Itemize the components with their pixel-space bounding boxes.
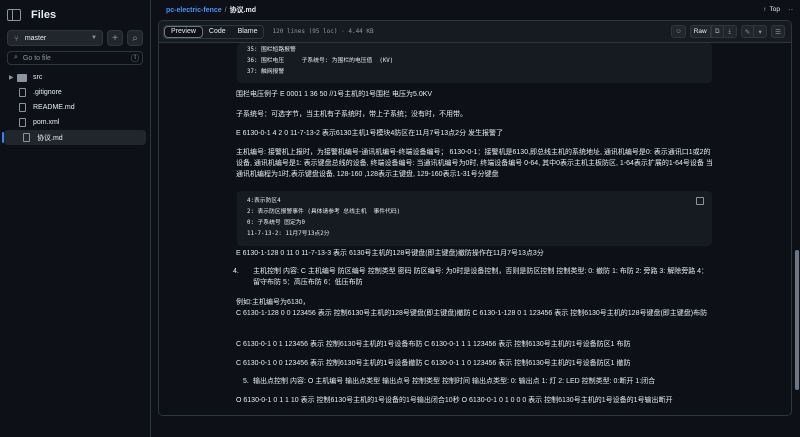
tree-item-gitignore[interactable]: .gitignore (0, 85, 150, 100)
tab-code[interactable]: Code (203, 26, 232, 38)
tree-item-protocol[interactable]: 协议.md (2, 130, 146, 145)
add-file-button[interactable]: + (107, 30, 123, 46)
search-icon: ⌕ (14, 54, 18, 61)
scrollbar-thumb[interactable] (795, 250, 799, 390)
go-to-file-placeholder: Go to file (22, 54, 51, 62)
file-icon (19, 103, 26, 112)
list-item: 4. 主机控制 内容: C 主机编号 防区编号 控制类型 密码 防区编号: 为0时… (233, 266, 709, 288)
breadcrumb-repo-link[interactable]: pc-electric-fence (166, 7, 222, 14)
file-tree-sidebar: Files ⑂ master ▼ + ⌕ ⌕ Go to file t ▶ sr… (0, 0, 151, 437)
page-scrollbar[interactable] (793, 0, 800, 437)
code-line: 11-7-13-2: 11月7号13点2分 (247, 231, 330, 237)
tab-blame[interactable]: Blame (232, 26, 264, 38)
list-number: 5. (243, 378, 249, 385)
tree-item-readme[interactable]: README.md (0, 100, 150, 115)
tab-preview[interactable]: Preview (164, 25, 203, 38)
raw-copy-download-group: Raw ⧉ ⤓ (689, 25, 737, 38)
list-item-text: 输出点控制 内容: O 主机编号 输出点类型 输出点号 控制类型 控制时间 输出… (253, 378, 656, 385)
code-line: 37: 触网报警 (247, 69, 285, 75)
branch-icon: ⑂ (14, 33, 19, 43)
branch-name: master (24, 34, 47, 42)
chevron-down-icon[interactable]: ▾ (754, 25, 768, 38)
top-link-label: Top (769, 6, 780, 13)
breadcrumb-file: 协议.md (229, 7, 257, 14)
branch-row: ⑂ master ▼ + ⌕ (7, 30, 143, 46)
file-icon (23, 133, 30, 142)
go-to-file-input[interactable]: ⌕ Go to file t (7, 51, 143, 65)
list-item-text: 主机控制 内容: C 主机编号 防区编号 控制类型 密码 防区编号: 为0时是设… (253, 268, 709, 286)
copy-icon[interactable] (696, 197, 704, 205)
code-block: 4:表示防区4 2: 表示防区报警事件 (具体请参考 总线主机 事件代码) 0:… (237, 191, 712, 246)
paragraph: C 6130-1-128 0 0 123456 表示 控制6130号主机的128… (236, 310, 708, 317)
sidebar-collapse-icon[interactable] (7, 9, 21, 21)
code-line: 2: 表示防区报警事件 (具体请参考 总线主机 事件代码) (247, 209, 401, 215)
tree-item-label: pom.xml (33, 119, 60, 126)
code-line: 35: 围栏短路报警 (247, 47, 296, 53)
copilot-icon[interactable]: ☺ (671, 25, 686, 38)
paragraph: C 6130-0-1 0 0 123456 表示 控制6130号主机的1号设备撤… (236, 360, 631, 367)
tree-item-label: 协议.md (37, 134, 63, 142)
code-line: 0: 子系统号 固定为0 (247, 220, 306, 226)
file-icon (19, 88, 26, 97)
arrow-up-icon: ↑ (763, 6, 767, 13)
sidebar-header: Files (0, 0, 150, 30)
list-number: 4. (233, 268, 239, 275)
branch-selector[interactable]: ⑂ master ▼ (7, 30, 103, 46)
paragraph: O 6130-0-1 0 1 1 10 表示 控制6130号主机的1号设备的1号… (236, 397, 673, 404)
paragraph: E 6130-0-1 4 2 0 11-7-13-2 表示6130主机1号模块4… (236, 130, 504, 137)
tree-item-label: .gitignore (33, 89, 62, 96)
code-line: 36: 围栏电压 子系统号: 为围栏的电压值 (KV) (247, 58, 394, 64)
outline-list-icon[interactable]: ☰ (771, 25, 785, 38)
file-header: Preview Code Blame 120 lines (95 loc) · … (159, 21, 791, 43)
tree-item-label: README.md (33, 104, 75, 111)
chevron-down-icon: ▼ (91, 35, 97, 41)
file-icon (19, 118, 26, 127)
tree-item-pom[interactable]: pom.xml (0, 115, 150, 130)
download-icon[interactable]: ⤓ (723, 25, 737, 38)
markdown-preview: 35: 围栏短路报警 36: 围栏电压 子系统号: 为围栏的电压值 (KV) 3… (159, 43, 791, 415)
folder-icon (17, 73, 27, 82)
file-actions: ☺ Raw ⧉ ⤓ ✎ ▾ ☰ (671, 25, 785, 38)
edit-icon[interactable]: ✎ (740, 25, 755, 38)
paragraph: E 6130-1-128 0 11 0 11-7-13-3 表示 6130号主机… (236, 250, 544, 257)
paragraph: 子系统号：可选字节，当主机有子系统时，带上子系统；没有时，不用带。 (236, 111, 467, 118)
file-tree: ▶ src .gitignore README.md pom.xml 协议.md (0, 70, 150, 145)
code-line: 4:表示防区4 (247, 198, 281, 204)
file-stats: 120 lines (95 loc) · 4.44 KB (272, 28, 374, 35)
main-panel: pc-electric-fence / 协议.md ↑ Top ··· Previ… (151, 0, 800, 437)
tree-item-src[interactable]: ▶ src (0, 70, 150, 85)
shortcut-hint: t (131, 54, 139, 62)
back-to-top-link[interactable]: ↑ Top (763, 6, 780, 13)
list-item: 5. 输出点控制 内容: O 主机编号 输出点类型 输出点号 控制类型 控制时间 … (243, 376, 709, 387)
file-viewer: Preview Code Blame 120 lines (95 loc) · … (158, 20, 792, 416)
breadcrumb: pc-electric-fence / 协议.md (151, 0, 800, 20)
code-block: 35: 围栏短路报警 36: 围栏电压 子系统号: 为围栏的电压值 (KV) 3… (237, 43, 712, 83)
edit-group: ✎ ▾ (740, 25, 768, 38)
copy-icon[interactable]: ⧉ (710, 25, 724, 38)
search-button[interactable]: ⌕ (127, 30, 143, 46)
sidebar-title: Files (31, 9, 57, 21)
paragraph: 主机编号: 接警机上报时，为接警机编号-通讯机编号-终端设备编号； 6130-0… (236, 149, 713, 178)
paragraph: 例如:主机编号为6130， (236, 299, 310, 306)
paragraph: C 6130-0-1 0 1 123456 表示 控制6130号主机的1号设备布… (236, 341, 631, 348)
raw-button[interactable]: Raw (689, 25, 711, 38)
view-mode-tabs: Preview Code Blame (163, 24, 265, 39)
chevron-right-icon: ▶ (9, 75, 14, 81)
tree-item-label: src (33, 74, 43, 81)
paragraph: 围栏电压例子 E 0001 1 36 50 //1号主机的1号围栏 电压为5.0… (236, 91, 433, 98)
breadcrumb-separator: / (224, 6, 227, 14)
